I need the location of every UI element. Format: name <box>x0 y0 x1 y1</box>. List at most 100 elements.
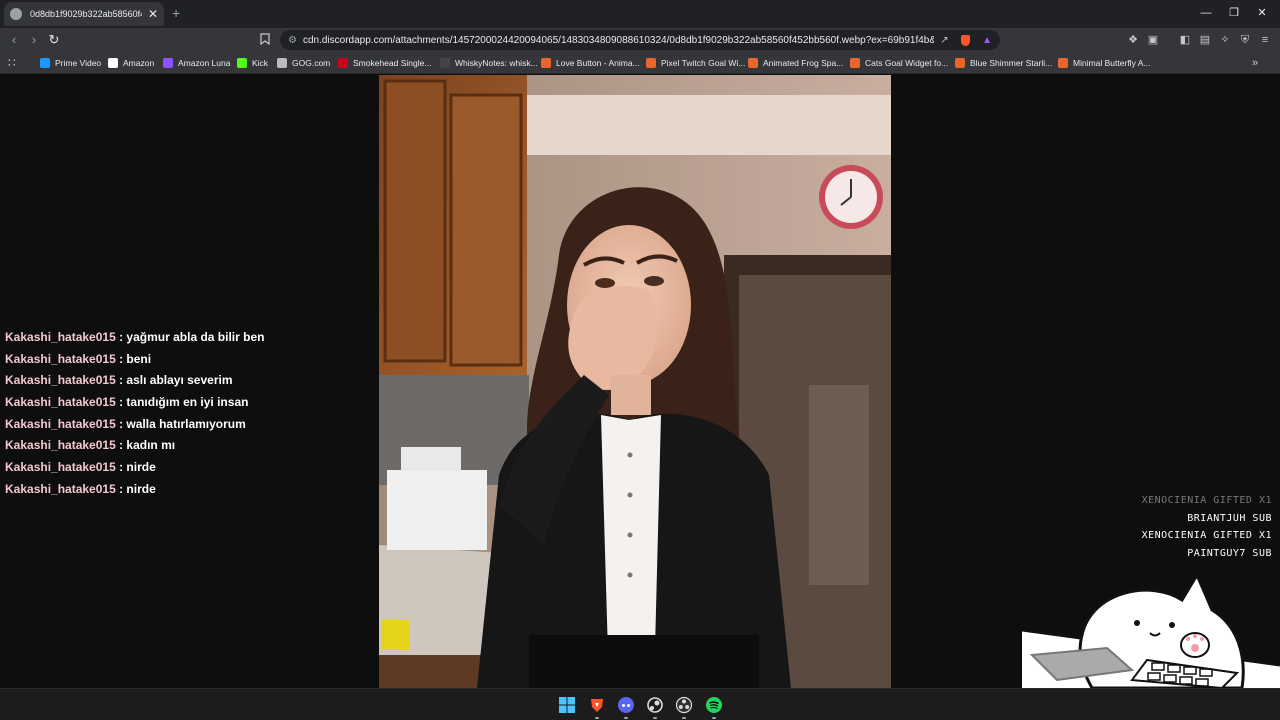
tab-title: 0d8db1f9029b322ab58560f452bb <box>30 9 142 19</box>
whiskynotes-icon <box>440 58 450 68</box>
chat-text: beni <box>126 351 152 366</box>
bookmark-label: Kick <box>252 58 269 68</box>
chat-message: Kakashi_hatake015 : nirde <box>5 482 365 504</box>
codepen-icon <box>1058 58 1068 68</box>
chat-username: Kakashi_hatake015 <box>5 373 116 388</box>
chat-text: kadın mı <box>126 438 176 453</box>
bookmark-label: Prime Video <box>55 58 102 68</box>
chat-separator: : <box>115 351 127 366</box>
bookmark-label: Pixel Twitch Goal Wi... <box>661 58 746 68</box>
bookmark-item[interactable]: Prime Video <box>40 56 101 70</box>
chat-message: Kakashi_hatake015 : tanıdığım en iyi ins… <box>5 395 365 417</box>
amazon-icon <box>108 58 118 68</box>
chat-message: Kakashi_hatake015 : kadın mı <box>5 438 365 460</box>
brave-icon[interactable] <box>588 696 606 714</box>
bookmark-item[interactable]: Kick <box>237 56 268 70</box>
brave-shields-icon[interactable] <box>960 34 971 46</box>
chat-username: Kakashi_hatake015 <box>5 481 116 496</box>
url-text: cdn.discordapp.com/attachments/145720002… <box>302 34 935 46</box>
chat-separator: : <box>115 481 127 496</box>
brave-wallet-icon[interactable]: ▤ <box>1198 33 1212 47</box>
bookmark-label: Amazon Luna <box>178 58 231 68</box>
bookmark-item[interactable]: Smokehead Single... <box>338 56 431 70</box>
wallet-icon[interactable]: ▣ <box>1146 33 1160 47</box>
sidebar-icon[interactable]: ◧ <box>1178 33 1192 47</box>
menu-icon[interactable]: ≡ <box>1258 33 1272 47</box>
bookmark-item[interactable]: WhiskyNotes: whisk... <box>440 56 538 70</box>
leo-ai-icon[interactable]: ✧ <box>1218 33 1232 47</box>
chat-text: nirde <box>126 481 156 496</box>
apps-grid-icon[interactable]: ∷ <box>8 56 16 70</box>
obs-icon[interactable] <box>675 696 693 714</box>
vpn-shield-icon[interactable]: ⛨ <box>1238 33 1252 47</box>
close-window-button[interactable]: ✕ <box>1254 6 1270 20</box>
extensions-icon[interactable]: ❖ <box>1126 33 1140 47</box>
browser-tab[interactable]: 0d8db1f9029b322ab58560f452bb ✕ <box>4 2 164 26</box>
photo-illustration <box>379 75 891 688</box>
codepen-icon <box>541 58 551 68</box>
bookmark-item[interactable]: Animated Frog Spa... <box>748 56 843 70</box>
windows-start-icon[interactable] <box>558 696 576 714</box>
chat-separator: : <box>115 438 127 453</box>
chat-text: aslı ablayı severim <box>126 373 233 388</box>
chat-username: Kakashi_hatake015 <box>5 330 116 344</box>
steam-icon[interactable] <box>646 696 664 714</box>
brave-running-indicator <box>595 717 599 719</box>
bookmark-item[interactable]: Blue Shimmer Starli... <box>955 56 1052 70</box>
share-icon[interactable]: ↗ <box>940 35 948 46</box>
amazon-luna-icon <box>163 58 173 68</box>
discord-icon[interactable] <box>617 696 635 714</box>
bookmark-label: Minimal Butterfly A... <box>1073 58 1151 68</box>
chat-text: tanıdığım en iyi insan <box>126 395 249 410</box>
chat-separator: : <box>115 330 127 344</box>
bookmark-label: Amazon <box>123 58 155 68</box>
bookmark-label: Cats Goal Widget fo... <box>865 58 949 68</box>
chat-text: walla hatırlamıyorum <box>126 416 246 431</box>
spotify-running-indicator <box>712 717 716 719</box>
address-bar[interactable]: ⚙ cdn.discordapp.com/attachments/1457200… <box>280 30 1000 50</box>
bookmark-item[interactable]: GOG.com <box>277 56 330 70</box>
chat-message: Kakashi_hatake015 : nirde <box>5 460 365 482</box>
chat-message: Kakashi_hatake015 : yağmur abla da bilir… <box>5 330 365 352</box>
bookmark-label: Smokehead Single... <box>353 58 432 68</box>
forward-button[interactable]: › <box>26 32 42 48</box>
attachment-image[interactable] <box>379 75 891 688</box>
codepen-icon <box>955 58 965 68</box>
reload-button[interactable]: ↻ <box>46 32 62 48</box>
restore-button[interactable]: ❐ <box>1226 6 1242 20</box>
chat-username: Kakashi_hatake015 <box>5 460 116 475</box>
chat-username: Kakashi_hatake015 <box>5 438 116 453</box>
bookmark-item[interactable]: Cats Goal Widget fo... <box>850 56 948 70</box>
chat-text: nirde <box>126 460 156 475</box>
codepen-icon <box>850 58 860 68</box>
chat-message: Kakashi_hatake015 : walla hatırlamıyorum <box>5 417 365 439</box>
more-bookmarks-icon[interactable]: » <box>1252 56 1258 70</box>
bookmark-item[interactable]: Amazon <box>108 56 154 70</box>
windows-taskbar <box>0 688 1280 720</box>
back-button[interactable]: ‹ <box>6 32 22 48</box>
bookmark-label: GOG.com <box>292 58 331 68</box>
chat-text: yağmur abla da bilir ben <box>126 330 265 344</box>
bookmark-item[interactable]: Amazon Luna <box>163 56 230 70</box>
sub-alert: XENOCIENIA GIFTED X1 <box>1141 530 1272 541</box>
prime-video-icon <box>40 58 50 68</box>
minimize-button[interactable]: — <box>1198 6 1214 20</box>
tab-close-icon[interactable]: ✕ <box>148 8 158 20</box>
bookmark-item[interactable]: Pixel Twitch Goal Wi... <box>646 56 745 70</box>
sub-alert: XENOCIENIA GIFTED X1 <box>1141 495 1272 506</box>
chat-message: Kakashi_hatake015 : aslı ablayı severim <box>5 373 365 395</box>
chat-username: Kakashi_hatake015 <box>5 395 116 410</box>
bookmark-label: Love Button - Anima... <box>556 58 640 68</box>
spotify-icon[interactable] <box>705 696 723 714</box>
bookmark-icon[interactable] <box>258 33 272 49</box>
chat-username: Kakashi_hatake015 <box>5 351 116 366</box>
new-tab-button[interactable]: + <box>172 6 180 20</box>
tab-favicon-icon <box>10 8 22 20</box>
brave-rewards-icon[interactable]: ▲ <box>982 35 992 46</box>
site-info-icon[interactable]: ⚙ <box>288 35 297 46</box>
bookmark-item[interactable]: Love Button - Anima... <box>541 56 640 70</box>
bongo-cat-widget <box>1021 571 1280 690</box>
bookmark-item[interactable]: Minimal Butterfly A... <box>1058 56 1150 70</box>
codepen-icon <box>748 58 758 68</box>
bookmark-label: Blue Shimmer Starli... <box>970 58 1053 68</box>
